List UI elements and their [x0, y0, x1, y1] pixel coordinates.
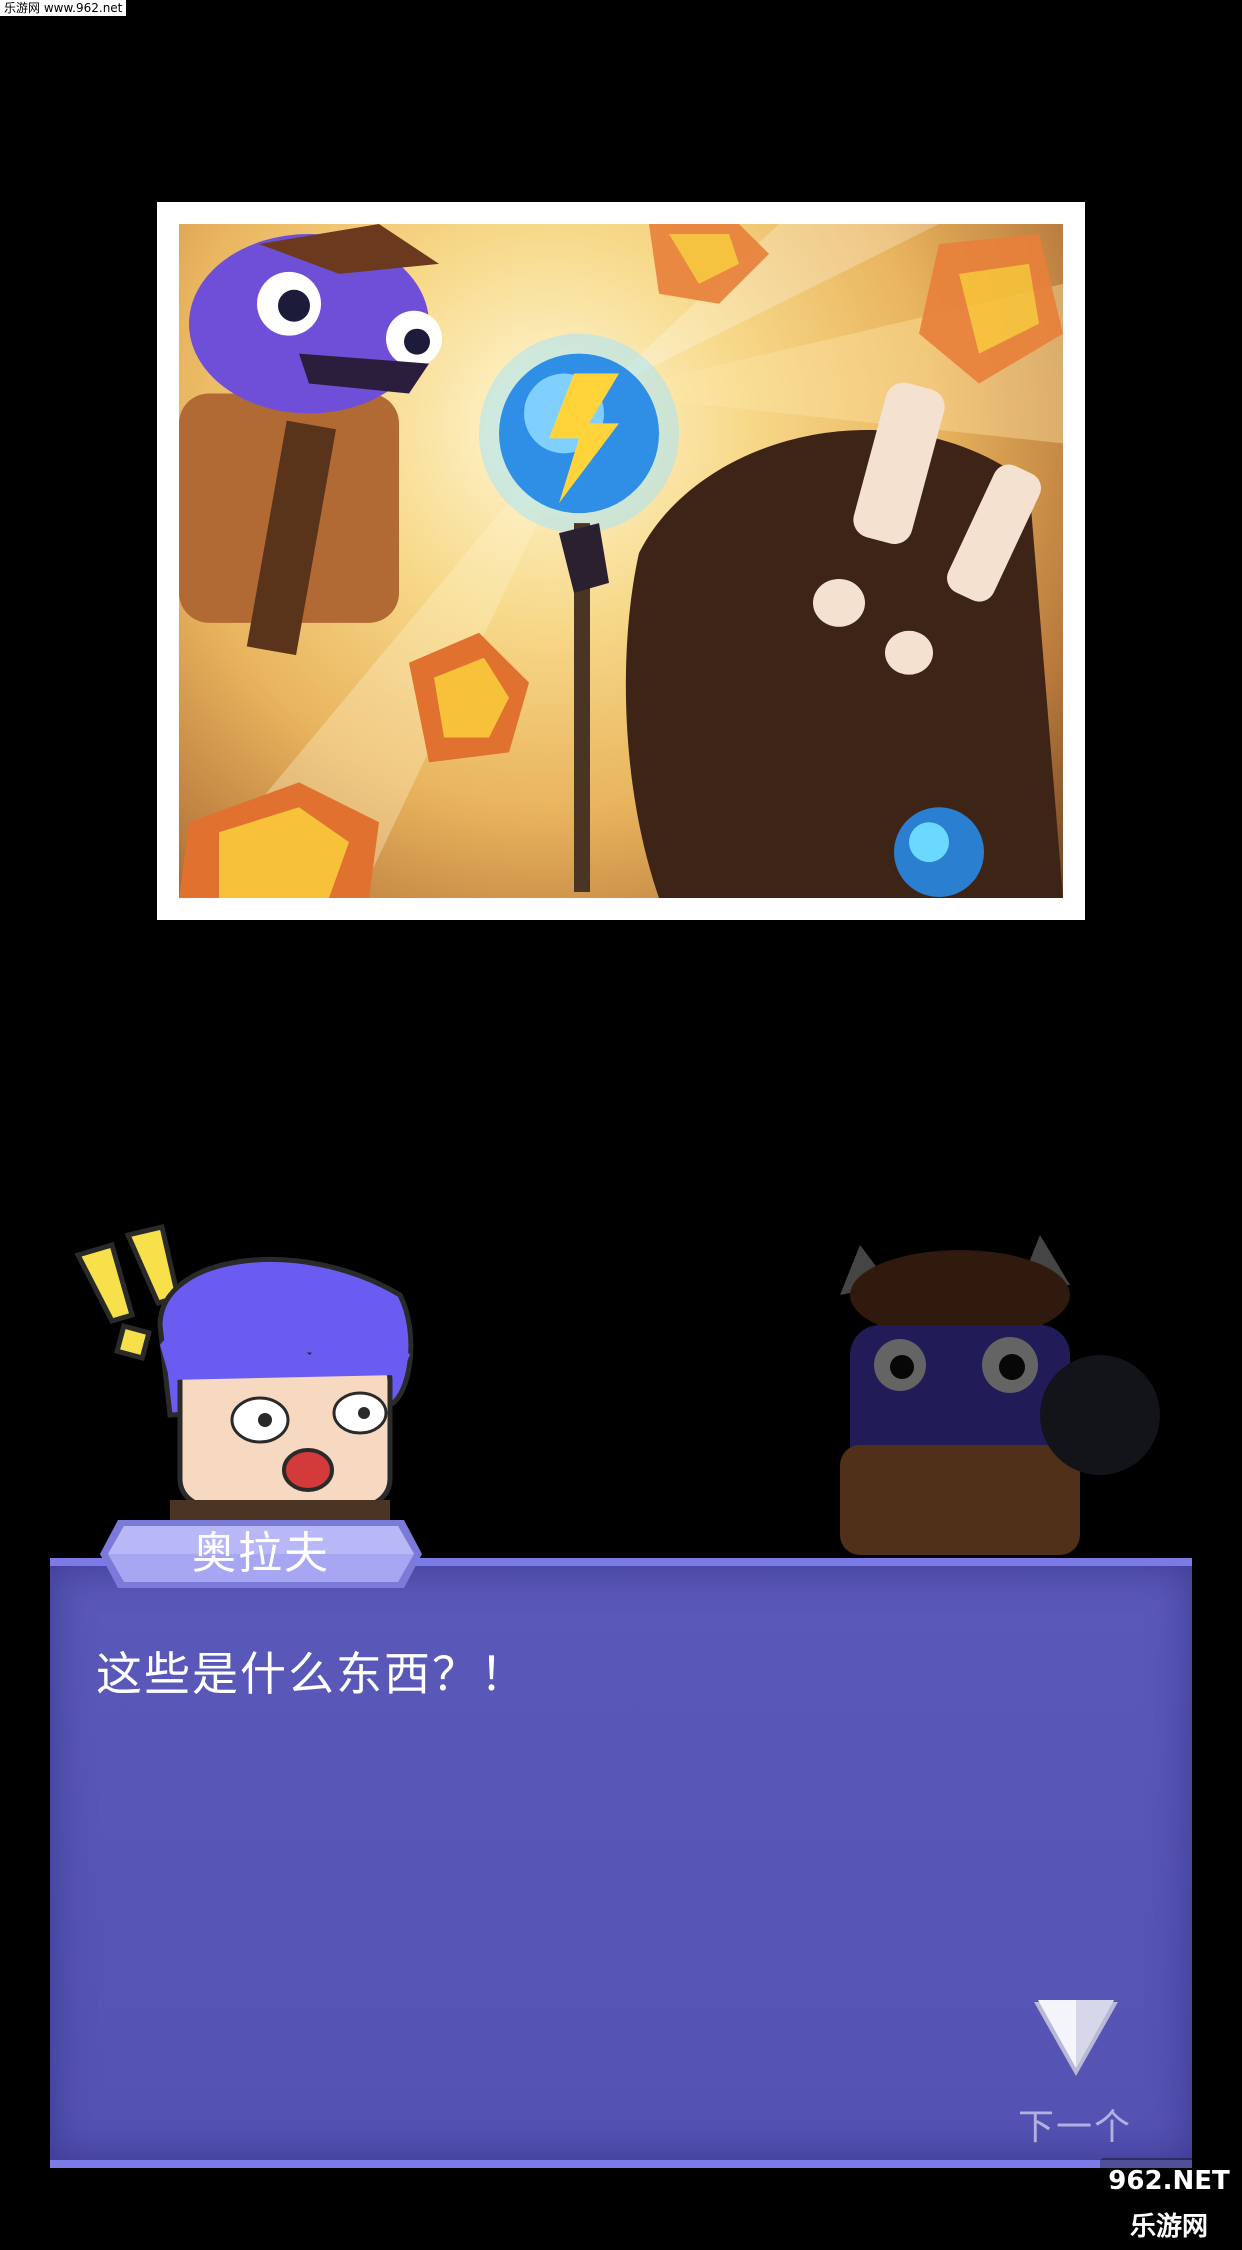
next-button-label[interactable]: 下一个 [1018, 2098, 1132, 2150]
speaker-nameplate: 奥拉夫 [98, 1516, 424, 1592]
story-illustration-frame [157, 202, 1085, 920]
purple-monster [179, 224, 442, 656]
story-illustration [179, 224, 1063, 898]
olaf-character [157, 1257, 414, 1530]
brown-creature [625, 382, 1063, 898]
dialog-text: 这些是什么东西？！ [96, 1647, 528, 1701]
illustration-art [179, 224, 1063, 898]
speaker-name: 奥拉夫 [192, 1528, 330, 1579]
npc-portrait [780, 1225, 1180, 1555]
next-arrow-icon[interactable] [1030, 1996, 1122, 2080]
watermark-bottom: 962.NET 乐游网 [1100, 2158, 1238, 2242]
watermark-top: 乐游网 www.962.net [0, 0, 127, 16]
speaker-portrait [70, 1205, 430, 1530]
